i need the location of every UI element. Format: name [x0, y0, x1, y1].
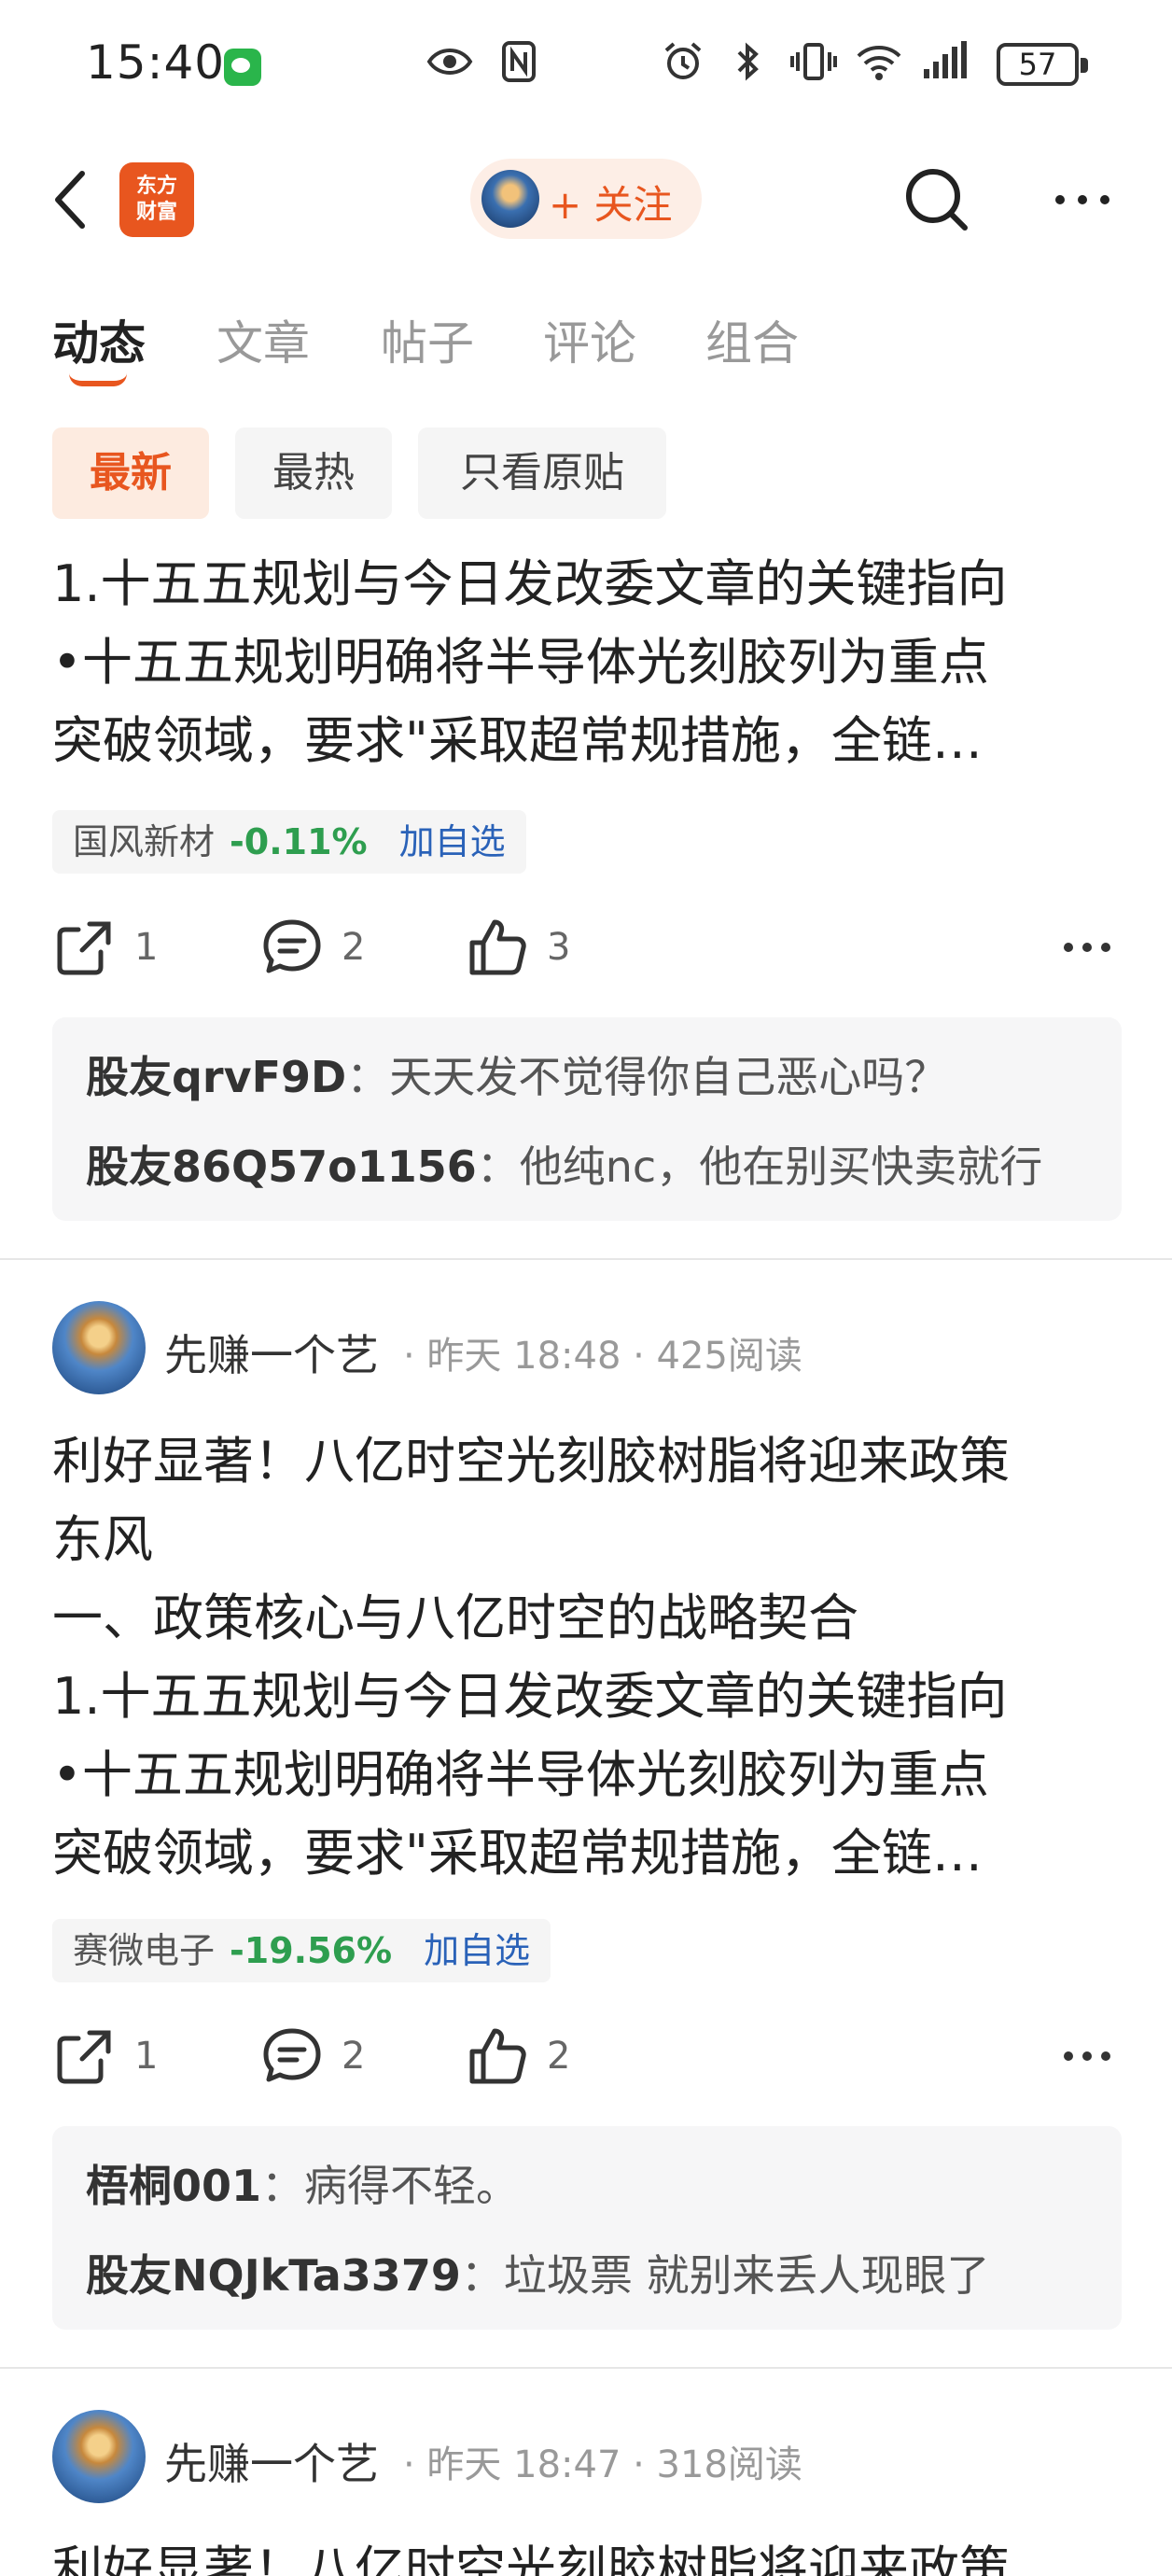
- comment-button[interactable]: 2: [259, 905, 365, 989]
- bluetooth-icon: [737, 42, 759, 81]
- share-button[interactable]: 1: [52, 905, 158, 989]
- share-count: 1: [134, 926, 159, 969]
- alarm-icon: [664, 42, 702, 79]
- tab-comments[interactable]: 评论: [543, 306, 636, 373]
- divider: [0, 2367, 1172, 2369]
- post-text-line[interactable]: 利好显著！八亿时空光刻胶树脂将迎来政策: [52, 1422, 1125, 1501]
- comment-preview[interactable]: 股友qrvF9D：天天发不觉得你自己恶心吗？ 股友86Q57o1156：他纯nc…: [52, 1017, 1122, 1221]
- filter-hot[interactable]: 最热: [235, 427, 392, 519]
- comment-count: 2: [342, 2035, 366, 2078]
- wifi-icon: [857, 46, 901, 80]
- post-text-line[interactable]: 突破领域，要求"采取超常规措施，全链…: [52, 1814, 1125, 1893]
- search-icon[interactable]: [900, 162, 974, 237]
- avatar[interactable]: [52, 2410, 146, 2503]
- more-options-icon[interactable]: [1045, 162, 1120, 237]
- share-icon: [57, 921, 111, 975]
- post-text-line[interactable]: •十五五规划明确将半导体光刻胶列为重点: [52, 1736, 1125, 1814]
- stock-tag[interactable]: 国风新材 -0.11% 加自选: [52, 810, 526, 874]
- like-button[interactable]: 3: [465, 905, 570, 989]
- author-name[interactable]: 先赚一个艺: [164, 2430, 379, 2492]
- wechat-icon: [224, 49, 261, 86]
- comment-user[interactable]: 梧桐001: [86, 2161, 261, 2211]
- share-icon: [57, 2030, 111, 2084]
- vibrate-icon: [790, 43, 837, 80]
- post-more-icon[interactable]: [1054, 2023, 1120, 2089]
- filter-original-only[interactable]: 只看原贴: [418, 427, 666, 519]
- like-count: 2: [547, 2035, 571, 2078]
- post-author[interactable]: 先赚一个艺 · 昨天 18:47 · 318阅读: [52, 2410, 1125, 2503]
- avatar[interactable]: [52, 1301, 146, 1394]
- eye-icon: [426, 49, 473, 75]
- like-button[interactable]: 2: [465, 2014, 570, 2098]
- post-text-line[interactable]: 东风: [52, 1501, 1125, 1579]
- comment-button[interactable]: 2: [259, 2014, 365, 2098]
- post-text-line[interactable]: 利好显著！八亿时空光刻胶树脂将迎来政策: [52, 2531, 1125, 2576]
- share-count: 1: [134, 2035, 159, 2078]
- logo-line1: 东方: [135, 175, 177, 198]
- tab-portfolio[interactable]: 组合: [705, 306, 799, 373]
- thumbs-up-icon: [469, 2028, 526, 2084]
- follow-label: + 关注: [549, 182, 673, 228]
- post-actions: 1 2 2: [0, 2014, 1172, 2098]
- comment-icon: [263, 2028, 321, 2082]
- post-text-line[interactable]: •十五五规划明确将半导体光刻胶列为重点: [52, 623, 1125, 702]
- add-watchlist-link[interactable]: 加自选: [424, 1930, 530, 1971]
- stock-change: -19.56%: [230, 1930, 393, 1971]
- post-text-line[interactable]: 1.十五五规划与今日发改委文章的关键指向: [52, 545, 1125, 623]
- comment-text: 病得不轻。: [304, 2161, 520, 2211]
- comment-user[interactable]: 股友qrvF9D: [86, 1052, 346, 1102]
- comment-text: 垃圾票 就别来丢人现眼了: [503, 2250, 990, 2301]
- avatar: [481, 170, 539, 228]
- stock-change: -0.11%: [230, 821, 368, 862]
- battery-level: 57: [1018, 47, 1057, 82]
- tab-articles[interactable]: 文章: [216, 306, 310, 373]
- post-meta: · 昨天 18:47 · 318阅读: [403, 2443, 802, 2486]
- divider: [0, 1258, 1172, 1260]
- app-logo: 东方 财富: [119, 162, 194, 237]
- tab-bar: 动态 文章 帖子 评论 组合: [0, 297, 1172, 390]
- tab-dynamics[interactable]: 动态: [52, 306, 146, 373]
- nfc-icon: [502, 41, 536, 82]
- share-button[interactable]: 1: [52, 2014, 158, 2098]
- status-time: 15:40: [86, 35, 226, 90]
- post-more-icon[interactable]: [1054, 915, 1120, 980]
- post-text-line[interactable]: 突破领域，要求"采取超常规措施，全链…: [52, 702, 1125, 780]
- tab-posts[interactable]: 帖子: [381, 306, 474, 373]
- add-watchlist-link[interactable]: 加自选: [399, 821, 506, 862]
- post-meta: · 昨天 18:48 · 425阅读: [403, 1335, 802, 1378]
- comment-text: 天天发不觉得你自己恶心吗？: [389, 1052, 948, 1102]
- post-author[interactable]: 先赚一个艺 · 昨天 18:48 · 425阅读: [52, 1301, 1125, 1394]
- filter-latest[interactable]: 最新: [52, 427, 209, 519]
- comment-icon: [263, 919, 321, 973]
- comment-item[interactable]: 梧桐001：病得不轻。: [86, 2152, 519, 2214]
- comment-item[interactable]: 股友86Q57o1156：他纯nc，他在别买快卖就行: [86, 1133, 1042, 1195]
- top-nav: 东方 财富 + 关注: [0, 140, 1172, 261]
- post-text-line[interactable]: 一、政策核心与八亿时空的战略契合: [52, 1579, 1125, 1658]
- thumbs-up-icon: [469, 919, 526, 975]
- like-count: 3: [547, 926, 571, 969]
- filter-chips: 最新 最热 只看原贴: [0, 427, 1172, 521]
- stock-tag[interactable]: 赛微电子 -19.56% 加自选: [52, 1919, 551, 1982]
- comment-item[interactable]: 股友qrvF9D：天天发不觉得你自己恶心吗？: [86, 1043, 947, 1105]
- post-text-line[interactable]: 1.十五五规划与今日发改委文章的关键指向: [52, 1658, 1125, 1736]
- status-bar: 15:40 57: [0, 0, 1172, 131]
- author-name[interactable]: 先赚一个艺: [164, 1322, 379, 1383]
- signal-icon: [924, 41, 967, 78]
- logo-line2: 财富: [135, 201, 177, 224]
- stock-name: 国风新材: [73, 821, 216, 862]
- stock-name: 赛微电子: [73, 1930, 216, 1971]
- comment-user[interactable]: 股友86Q57o1156: [86, 1141, 477, 1192]
- active-tab-indicator: [69, 373, 127, 386]
- follow-button[interactable]: + 关注: [470, 159, 702, 239]
- comment-preview[interactable]: 梧桐001：病得不轻。 股友NQJkTa3379：垃圾票 就别来丢人现眼了: [52, 2126, 1122, 2330]
- back-arrow-icon[interactable]: [45, 162, 101, 237]
- comment-count: 2: [342, 926, 366, 969]
- post-actions: 1 2 3: [0, 905, 1172, 989]
- comment-item[interactable]: 股友NQJkTa3379：垃圾票 就别来丢人现眼了: [86, 2242, 989, 2303]
- battery-indicator: 57: [997, 43, 1088, 86]
- comment-text: 他纯nc，他在别买快卖就行: [519, 1141, 1043, 1192]
- comment-user[interactable]: 股友NQJkTa3379: [86, 2250, 461, 2301]
